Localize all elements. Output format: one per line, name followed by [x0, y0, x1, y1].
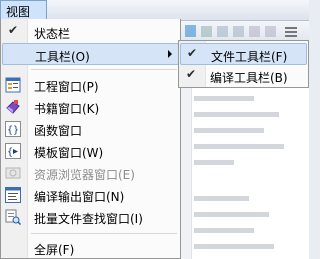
menu-item-label: 函数窗口 [34, 124, 83, 138]
menu-item-compile-output[interactable]: 编译输出窗口(N) [2, 184, 179, 206]
menu-item-label: 资源浏览器窗口(E) [34, 168, 135, 182]
menubar-view[interactable]: 视图(V) [0, 0, 47, 34]
project-window-icon [5, 77, 21, 93]
menu-item-resource-browser[interactable]: 资源浏览器窗口(E) [2, 162, 179, 184]
menu-item-label: 批量文件查找窗口(I) [34, 212, 143, 226]
menu-item-toolbar[interactable]: 工具栏(O) [2, 43, 179, 65]
menu-item-label: 工程窗口(P) [34, 80, 99, 94]
editor-faded-lines [194, 96, 284, 249]
menu-item-label: 状态栏 [34, 27, 71, 41]
menu-item-label: 编译输出窗口(N) [34, 190, 125, 204]
menu-separator [31, 69, 177, 70]
menu-item-label: 编译工具栏(B) [210, 71, 288, 85]
menu-item-status-bar[interactable]: ✔ 状态栏 [2, 21, 179, 43]
menu-item-label: 模板窗口(W) [34, 146, 104, 160]
toolbar-background [181, 21, 309, 42]
menu-separator [31, 233, 177, 234]
check-icon: ✔ [186, 67, 197, 81]
submenu-arrow-icon [168, 50, 172, 58]
batch-find-icon [5, 209, 21, 225]
submenu-item-compile-toolbar[interactable]: ✔ 编译工具栏(B) [180, 65, 307, 87]
toolbar-icons [185, 25, 297, 37]
menu-item-template-window[interactable]: { 模板窗口(W) [2, 140, 179, 162]
menu-item-project-window[interactable]: 工程窗口(P) [2, 74, 179, 96]
menu-item-label: 工具栏(O) [35, 50, 90, 64]
menu-item-label: 文件工具栏(F) [211, 50, 288, 64]
toolbar-submenu: ✔ 文件工具栏(F) ✔ 编译工具栏(B) [178, 40, 309, 88]
menu-item-label: 书籍窗口(K) [34, 102, 100, 116]
menu-item-label: 全屏(F) [34, 243, 75, 257]
compile-output-icon [5, 187, 21, 203]
menu-item-batch-find[interactable]: 批量文件查找窗口(I) [2, 206, 179, 228]
menu-item-function-window[interactable]: {} 函数窗口 [2, 118, 179, 140]
svg-text:{: { [7, 147, 13, 158]
menu-item-fullscreen[interactable]: 全屏(F) [2, 237, 179, 259]
resource-browser-icon [5, 167, 21, 179]
book-window-icon [6, 100, 20, 114]
menu-item-book-window[interactable]: 书籍窗口(K) [2, 96, 179, 118]
function-window-icon: {} [5, 121, 21, 137]
submenu-item-file-toolbar[interactable]: ✔ 文件工具栏(F) [180, 43, 307, 65]
svg-text:{}: {} [7, 125, 19, 136]
template-window-icon: { [5, 143, 21, 159]
view-menu: ✔ 状态栏 工具栏(O) 工程窗口(P) 书籍窗口(K) {} 函数窗口 {模… [0, 19, 181, 259]
check-icon: ✔ [8, 23, 19, 37]
check-icon: ✔ [187, 46, 198, 60]
